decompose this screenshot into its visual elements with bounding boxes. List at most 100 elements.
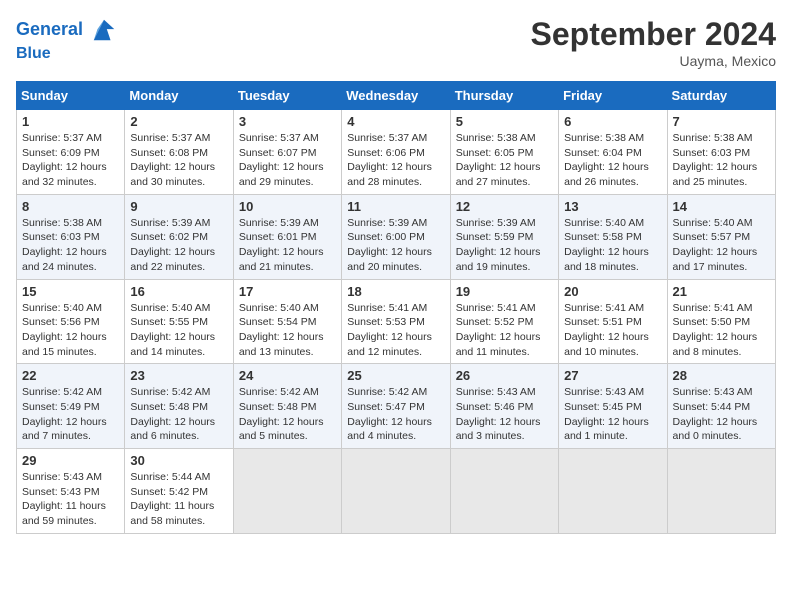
col-header-wednesday: Wednesday bbox=[342, 82, 450, 110]
day-number: 19 bbox=[456, 284, 553, 299]
calendar-cell: 30 Sunrise: 5:44 AM Sunset: 5:42 PM Dayli… bbox=[125, 449, 233, 534]
calendar-cell: 4 Sunrise: 5:37 AM Sunset: 6:06 PM Daylig… bbox=[342, 110, 450, 195]
day-number: 11 bbox=[347, 199, 444, 214]
calendar-cell: 13Sunrise: 5:40 AM Sunset: 5:58 PM Dayli… bbox=[559, 194, 667, 279]
calendar-cell: 22 Sunrise: 5:42 AM Sunset: 5:49 PM Dayli… bbox=[17, 364, 125, 449]
calendar-cell bbox=[667, 449, 775, 534]
calendar-table: SundayMondayTuesdayWednesdayThursdayFrid… bbox=[16, 81, 776, 534]
logo: General Blue bbox=[16, 16, 118, 63]
day-info: Sunrise: 5:39 AM Sunset: 6:00 PM Dayligh… bbox=[347, 216, 444, 275]
calendar-cell: 8 Sunrise: 5:38 AM Sunset: 6:03 PM Daylig… bbox=[17, 194, 125, 279]
day-number: 23 bbox=[130, 368, 227, 383]
calendar-cell: 19 Sunrise: 5:41 AM Sunset: 5:52 PM Dayli… bbox=[450, 279, 558, 364]
day-number: 6 bbox=[564, 114, 661, 129]
day-info: Sunrise: 5:38 AM Sunset: 6:04 PM Dayligh… bbox=[564, 131, 661, 190]
calendar-cell: 3 Sunrise: 5:37 AM Sunset: 6:07 PM Daylig… bbox=[233, 110, 341, 195]
day-info: Sunrise: 5:41 AM Sunset: 5:50 PM Dayligh… bbox=[673, 301, 770, 360]
day-info: Sunrise: 5:37 AM Sunset: 6:07 PM Dayligh… bbox=[239, 131, 336, 190]
day-number: 8 bbox=[22, 199, 119, 214]
day-info: Sunrise: 5:39 AM Sunset: 5:59 PM Dayligh… bbox=[456, 216, 553, 275]
day-number: 18 bbox=[347, 284, 444, 299]
day-number: 26 bbox=[456, 368, 553, 383]
calendar-cell bbox=[233, 449, 341, 534]
title-block: September 2024 Uayma, Mexico bbox=[531, 16, 776, 69]
day-number: 28 bbox=[673, 368, 770, 383]
calendar-cell bbox=[559, 449, 667, 534]
day-info: Sunrise: 5:43 AM Sunset: 5:46 PM Dayligh… bbox=[456, 385, 553, 444]
day-number: 30 bbox=[130, 453, 227, 468]
calendar-cell: 7 Sunrise: 5:38 AM Sunset: 6:03 PM Daylig… bbox=[667, 110, 775, 195]
col-header-friday: Friday bbox=[559, 82, 667, 110]
logo-text: General bbox=[16, 16, 118, 44]
day-number: 7 bbox=[673, 114, 770, 129]
calendar-cell: 17 Sunrise: 5:40 AM Sunset: 5:54 PM Dayli… bbox=[233, 279, 341, 364]
calendar-cell: 26 Sunrise: 5:43 AM Sunset: 5:46 PM Dayli… bbox=[450, 364, 558, 449]
day-number: 27 bbox=[564, 368, 661, 383]
day-number: 17 bbox=[239, 284, 336, 299]
day-number: 5 bbox=[456, 114, 553, 129]
day-info: Sunrise: 5:39 AM Sunset: 6:01 PM Dayligh… bbox=[239, 216, 336, 275]
calendar-cell: 15Sunrise: 5:40 AM Sunset: 5:56 PM Dayli… bbox=[17, 279, 125, 364]
calendar-cell: 9 Sunrise: 5:39 AM Sunset: 6:02 PM Daylig… bbox=[125, 194, 233, 279]
day-number: 3 bbox=[239, 114, 336, 129]
day-info: Sunrise: 5:44 AM Sunset: 5:42 PM Dayligh… bbox=[130, 470, 227, 529]
day-info: Sunrise: 5:40 AM Sunset: 5:55 PM Dayligh… bbox=[130, 301, 227, 360]
day-info: Sunrise: 5:43 AM Sunset: 5:45 PM Dayligh… bbox=[564, 385, 661, 444]
col-header-thursday: Thursday bbox=[450, 82, 558, 110]
month-title: September 2024 bbox=[531, 16, 776, 53]
calendar-cell: 24 Sunrise: 5:42 AM Sunset: 5:48 PM Dayli… bbox=[233, 364, 341, 449]
calendar-cell: 1 Sunrise: 5:37 AM Sunset: 6:09 PM Daylig… bbox=[17, 110, 125, 195]
day-number: 22 bbox=[22, 368, 119, 383]
calendar-cell: 11 Sunrise: 5:39 AM Sunset: 6:00 PM Dayli… bbox=[342, 194, 450, 279]
calendar-cell: 21 Sunrise: 5:41 AM Sunset: 5:50 PM Dayli… bbox=[667, 279, 775, 364]
day-number: 24 bbox=[239, 368, 336, 383]
day-info: Sunrise: 5:43 AM Sunset: 5:43 PM Dayligh… bbox=[22, 470, 119, 529]
col-header-monday: Monday bbox=[125, 82, 233, 110]
day-number: 20 bbox=[564, 284, 661, 299]
day-number: 1 bbox=[22, 114, 119, 129]
calendar-cell: 10Sunrise: 5:39 AM Sunset: 6:01 PM Dayli… bbox=[233, 194, 341, 279]
day-number: 14 bbox=[673, 199, 770, 214]
calendar-cell: 16 Sunrise: 5:40 AM Sunset: 5:55 PM Dayli… bbox=[125, 279, 233, 364]
day-info: Sunrise: 5:40 AM Sunset: 5:54 PM Dayligh… bbox=[239, 301, 336, 360]
day-number: 25 bbox=[347, 368, 444, 383]
calendar-cell: 5 Sunrise: 5:38 AM Sunset: 6:05 PM Daylig… bbox=[450, 110, 558, 195]
col-header-tuesday: Tuesday bbox=[233, 82, 341, 110]
day-info: Sunrise: 5:42 AM Sunset: 5:49 PM Dayligh… bbox=[22, 385, 119, 444]
calendar-cell: 6 Sunrise: 5:38 AM Sunset: 6:04 PM Daylig… bbox=[559, 110, 667, 195]
location: Uayma, Mexico bbox=[531, 53, 776, 69]
day-info: Sunrise: 5:41 AM Sunset: 5:52 PM Dayligh… bbox=[456, 301, 553, 360]
calendar-cell: 20 Sunrise: 5:41 AM Sunset: 5:51 PM Dayli… bbox=[559, 279, 667, 364]
day-info: Sunrise: 5:42 AM Sunset: 5:48 PM Dayligh… bbox=[130, 385, 227, 444]
day-info: Sunrise: 5:37 AM Sunset: 6:06 PM Dayligh… bbox=[347, 131, 444, 190]
calendar-cell: 27 Sunrise: 5:43 AM Sunset: 5:45 PM Dayli… bbox=[559, 364, 667, 449]
day-number: 15 bbox=[22, 284, 119, 299]
day-number: 9 bbox=[130, 199, 227, 214]
day-info: Sunrise: 5:41 AM Sunset: 5:51 PM Dayligh… bbox=[564, 301, 661, 360]
day-number: 2 bbox=[130, 114, 227, 129]
day-info: Sunrise: 5:43 AM Sunset: 5:44 PM Dayligh… bbox=[673, 385, 770, 444]
calendar-cell: 29Sunrise: 5:43 AM Sunset: 5:43 PM Dayli… bbox=[17, 449, 125, 534]
day-info: Sunrise: 5:39 AM Sunset: 6:02 PM Dayligh… bbox=[130, 216, 227, 275]
day-info: Sunrise: 5:38 AM Sunset: 6:05 PM Dayligh… bbox=[456, 131, 553, 190]
day-info: Sunrise: 5:38 AM Sunset: 6:03 PM Dayligh… bbox=[22, 216, 119, 275]
day-number: 21 bbox=[673, 284, 770, 299]
day-info: Sunrise: 5:40 AM Sunset: 5:58 PM Dayligh… bbox=[564, 216, 661, 275]
calendar-cell: 28 Sunrise: 5:43 AM Sunset: 5:44 PM Dayli… bbox=[667, 364, 775, 449]
col-header-sunday: Sunday bbox=[17, 82, 125, 110]
calendar-cell: 18 Sunrise: 5:41 AM Sunset: 5:53 PM Dayli… bbox=[342, 279, 450, 364]
calendar-cell bbox=[342, 449, 450, 534]
day-info: Sunrise: 5:42 AM Sunset: 5:48 PM Dayligh… bbox=[239, 385, 336, 444]
calendar-cell: 2 Sunrise: 5:37 AM Sunset: 6:08 PM Daylig… bbox=[125, 110, 233, 195]
day-number: 16 bbox=[130, 284, 227, 299]
day-info: Sunrise: 5:37 AM Sunset: 6:08 PM Dayligh… bbox=[130, 131, 227, 190]
day-number: 4 bbox=[347, 114, 444, 129]
day-info: Sunrise: 5:41 AM Sunset: 5:53 PM Dayligh… bbox=[347, 301, 444, 360]
calendar-cell: 25 Sunrise: 5:42 AM Sunset: 5:47 PM Dayli… bbox=[342, 364, 450, 449]
day-info: Sunrise: 5:37 AM Sunset: 6:09 PM Dayligh… bbox=[22, 131, 119, 190]
day-info: Sunrise: 5:38 AM Sunset: 6:03 PM Dayligh… bbox=[673, 131, 770, 190]
day-info: Sunrise: 5:40 AM Sunset: 5:57 PM Dayligh… bbox=[673, 216, 770, 275]
logo-blue: Blue bbox=[16, 44, 118, 63]
day-info: Sunrise: 5:42 AM Sunset: 5:47 PM Dayligh… bbox=[347, 385, 444, 444]
calendar-cell bbox=[450, 449, 558, 534]
